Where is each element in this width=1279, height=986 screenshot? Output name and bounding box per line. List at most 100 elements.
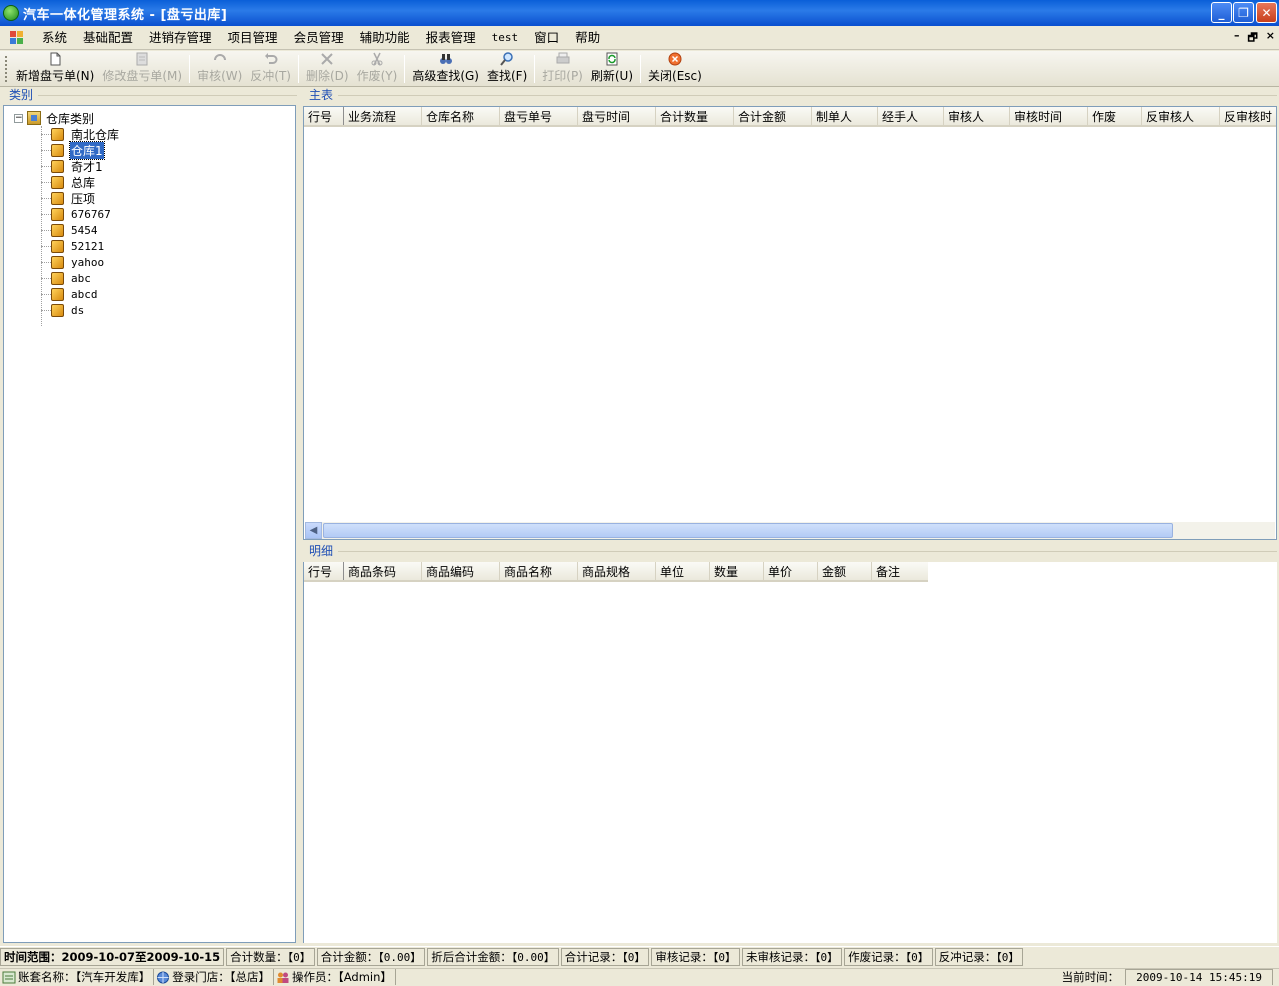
new-document-icon (50, 52, 61, 66)
void-button[interactable]: 作废(Y) (353, 52, 402, 86)
scroll-thumb[interactable] (323, 523, 1173, 538)
tree-item[interactable]: ds (41, 302, 85, 318)
warehouse-icon (51, 127, 64, 141)
category-panel: 类别 − 仓库类别 南北仓库 仓库1 奇才1 总库 压项 676767 5454… (3, 88, 297, 944)
column-header[interactable]: 行号 (304, 107, 344, 125)
mdi-child-icon[interactable] (10, 30, 24, 45)
discount-amount-status: 折后合计金额：【0.00】 (427, 947, 559, 966)
tree-item[interactable]: 总库 (41, 174, 96, 190)
menu-base-config[interactable]: 基础配置 (75, 27, 141, 49)
column-header[interactable]: 业务流程 (344, 107, 422, 125)
current-time-label: 当前时间： (1061, 970, 1120, 984)
app-icon (3, 5, 19, 21)
collapse-icon[interactable]: − (14, 113, 23, 123)
tree-item[interactable]: 压项 (41, 190, 96, 206)
tree-item[interactable]: 仓库1 (41, 140, 105, 160)
column-header[interactable]: 盘亏单号 (500, 107, 578, 125)
column-header[interactable]: 反审核时 (1220, 107, 1272, 125)
column-header[interactable]: 商品规格 (578, 562, 656, 580)
column-header[interactable]: 金额 (818, 562, 872, 580)
menu-member[interactable]: 会员管理 (286, 27, 352, 49)
mdi-restore-button[interactable]: 🗗 (1247, 29, 1257, 48)
warehouse-icon (51, 191, 64, 205)
column-header[interactable]: 备注 (872, 562, 928, 580)
tree-item[interactable]: abcd (41, 286, 99, 302)
detail-grid[interactable]: 行号 商品条码 商品编码 商品名称 商品规格 单位 数量 单价 金额 备注 (303, 562, 1277, 943)
master-grid-header: 行号 业务流程 仓库名称 盘亏单号 盘亏时间 合计数量 合计金额 制单人 经手人… (304, 107, 1276, 127)
master-horizontal-scrollbar[interactable]: ◀ ▶ (305, 522, 1275, 627)
column-header[interactable]: 仓库名称 (422, 107, 500, 125)
column-header[interactable]: 反审核人 (1142, 107, 1220, 125)
master-grid[interactable]: 行号 业务流程 仓库名称 盘亏单号 盘亏时间 合计数量 合计金额 制单人 经手人… (303, 106, 1277, 627)
warehouse-icon (51, 271, 64, 285)
reverse-button[interactable]: 反冲(T) (246, 52, 295, 86)
toolbar-separator (404, 55, 406, 83)
tree-item[interactable]: 676767 (41, 206, 112, 222)
column-header[interactable]: 商品编码 (422, 562, 500, 580)
column-header[interactable]: 单价 (764, 562, 818, 580)
detail-grid-header: 行号 商品条码 商品编码 商品名称 商品规格 单位 数量 单价 金额 备注 (304, 562, 928, 582)
column-header[interactable]: 行号 (304, 562, 344, 580)
column-header[interactable]: 作废 (1088, 107, 1142, 125)
column-header[interactable]: 审核时间 (1010, 107, 1088, 125)
column-header[interactable]: 合计数量 (656, 107, 734, 125)
operator-status: 操作员：【Admin】 (274, 969, 396, 985)
print-button[interactable]: 打印(P) (538, 52, 587, 86)
column-header[interactable]: 制单人 (812, 107, 878, 125)
tree-item[interactable]: abc (41, 270, 92, 286)
column-header[interactable]: 合计金额 (734, 107, 812, 125)
approve-icon (213, 54, 226, 61)
close-button[interactable]: 关闭(Esc) (644, 52, 706, 86)
unapproved-records-status: 未审核记录：【0】 (742, 947, 843, 966)
column-header[interactable]: 商品名称 (500, 562, 578, 580)
tree-item[interactable]: 奇才1 (41, 158, 104, 174)
column-header[interactable]: 经手人 (878, 107, 944, 125)
category-tree[interactable]: − 仓库类别 南北仓库 仓库1 奇才1 总库 压项 676767 5454 52… (3, 105, 296, 943)
approve-button[interactable]: 审核(W) (193, 52, 246, 86)
new-loss-order-button[interactable]: 新增盘亏单(N) (12, 52, 98, 86)
menu-project[interactable]: 项目管理 (220, 27, 286, 49)
printer-icon (556, 52, 570, 64)
advanced-search-button[interactable]: 高级查找(G) (408, 52, 483, 86)
mdi-minimize-button[interactable]: – (1234, 29, 1240, 48)
tree-item[interactable]: 5454 (41, 222, 99, 238)
minimize-button[interactable]: _ (1211, 2, 1232, 23)
toolbar-separator (640, 55, 642, 83)
toolbar-grip[interactable] (5, 56, 8, 82)
tree-item[interactable]: 52121 (41, 238, 105, 254)
column-header[interactable]: 审核人 (944, 107, 1010, 125)
refresh-button[interactable]: 刷新(U) (587, 52, 637, 86)
warehouse-icon (51, 303, 64, 317)
column-header[interactable]: 盘亏时间 (578, 107, 656, 125)
magnifier-icon (500, 52, 513, 66)
delete-button[interactable]: 删除(D) (302, 52, 353, 86)
tree-root-warehouse-category[interactable]: − 仓库类别 (14, 111, 94, 126)
menu-reports[interactable]: 报表管理 (418, 27, 484, 49)
toolbar-separator (534, 55, 536, 83)
close-window-button[interactable]: ✕ (1256, 2, 1277, 23)
menu-window[interactable]: 窗口 (526, 27, 567, 49)
mdi-close-button[interactable]: × (1266, 29, 1275, 48)
toolbar: 新增盘亏单(N) 修改盘亏单(M) 审核(W) 反冲(T) 删除(D) 作废(Y… (0, 51, 1279, 87)
approved-records-status: 审核记录：【0】 (651, 947, 740, 966)
menu-bar: 系统 基础配置 进销存管理 项目管理 会员管理 辅助功能 报表管理 test 窗… (0, 26, 1279, 50)
column-header[interactable]: 数量 (710, 562, 764, 580)
restore-button[interactable]: ❐ (1233, 2, 1254, 23)
menu-system[interactable]: 系统 (34, 27, 75, 49)
menu-inventory[interactable]: 进销存管理 (141, 27, 220, 49)
info-status-bar: 账套名称：【汽车开发库】 登录门店：【总店】 操作员：【Admin】 当前时间：… (0, 968, 1279, 985)
search-button[interactable]: 查找(F) (483, 52, 531, 86)
window-title: 汽车一体化管理系统 - [盘亏出库] (23, 7, 228, 23)
scroll-left-arrow-icon[interactable]: ◀ (305, 522, 322, 539)
tree-item[interactable]: 南北仓库 (41, 126, 120, 142)
refresh-icon (606, 52, 618, 66)
menu-test[interactable]: test (484, 27, 527, 49)
menu-auxiliary[interactable]: 辅助功能 (352, 27, 418, 49)
column-header[interactable]: 单位 (656, 562, 710, 580)
warehouse-icon (51, 287, 64, 301)
reversal-records-status: 反冲记录：【0】 (934, 947, 1024, 966)
tree-item[interactable]: yahoo (41, 254, 105, 270)
column-header[interactable]: 商品条码 (344, 562, 422, 580)
edit-loss-order-button[interactable]: 修改盘亏单(M) (98, 52, 186, 86)
menu-help[interactable]: 帮助 (567, 27, 608, 49)
